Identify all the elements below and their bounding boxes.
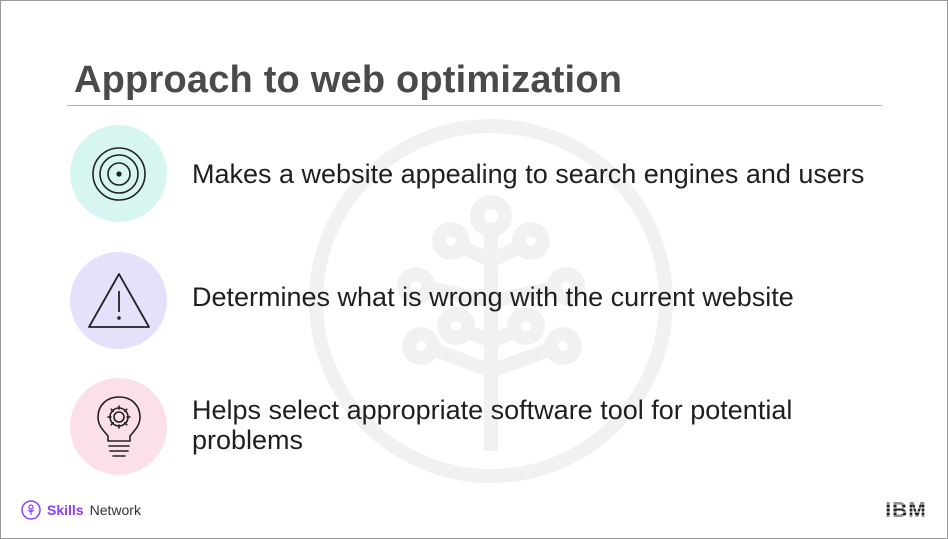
icon-circle bbox=[70, 378, 167, 475]
icon-circle bbox=[70, 125, 167, 222]
list-item-text: Makes a website appealing to search engi… bbox=[192, 159, 865, 189]
brand-name-rest: Network bbox=[89, 502, 141, 518]
slide: Approach to web optimization Makes a web… bbox=[0, 0, 948, 539]
ibm-logo: IBM bbox=[881, 499, 931, 521]
icon-circle bbox=[70, 252, 167, 349]
lightbulb-gear-icon bbox=[96, 395, 141, 457]
target-icon bbox=[91, 146, 146, 201]
skills-network-icon bbox=[21, 500, 41, 520]
page-title: Approach to web optimization bbox=[74, 59, 623, 101]
skills-network-logo: Skills Network bbox=[21, 500, 141, 520]
warning-icon bbox=[87, 272, 150, 328]
ibm-logo-text: IBM bbox=[885, 499, 927, 521]
brand-name-strong: Skills bbox=[47, 502, 84, 518]
list-item-text: Determines what is wrong with the curren… bbox=[192, 282, 794, 312]
title-divider bbox=[67, 105, 882, 106]
list-item-text: Helps select appropriate software tool f… bbox=[192, 395, 793, 455]
